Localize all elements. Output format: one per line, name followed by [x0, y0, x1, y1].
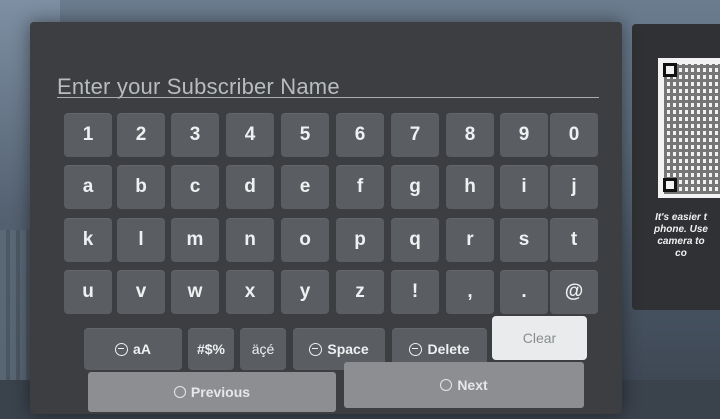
delete-label: Delete: [427, 341, 470, 357]
key-1-7[interactable]: h: [446, 165, 494, 209]
key-0-8[interactable]: 9: [500, 113, 548, 157]
symbols-key[interactable]: #$%: [188, 328, 234, 370]
clear-key[interactable]: Clear: [492, 316, 587, 360]
key-1-9[interactable]: j: [550, 165, 598, 209]
key-0-6[interactable]: 7: [391, 113, 439, 157]
key-3-8[interactable]: .: [500, 270, 548, 314]
next-icon: [440, 379, 453, 391]
key-0-0[interactable]: 1: [64, 113, 112, 157]
key-1-8[interactable]: i: [500, 165, 548, 209]
case-toggle-key[interactable]: aA: [84, 328, 182, 370]
key-3-5[interactable]: z: [336, 270, 384, 314]
key-0-9[interactable]: 0: [550, 113, 598, 157]
clear-label: Clear: [522, 330, 557, 346]
key-3-3[interactable]: x: [226, 270, 274, 314]
key-1-3[interactable]: d: [226, 165, 274, 209]
previous-icon: [173, 386, 186, 398]
case-icon: [115, 342, 129, 356]
next-label: Next: [457, 377, 488, 393]
space-icon: [309, 342, 323, 356]
symbols-label: #$%: [196, 341, 226, 357]
key-2-8[interactable]: s: [500, 218, 548, 262]
qr-pattern: [664, 64, 720, 194]
key-0-7[interactable]: 8: [446, 113, 494, 157]
key-2-0[interactable]: k: [64, 218, 112, 262]
key-3-4[interactable]: y: [281, 270, 329, 314]
key-1-1[interactable]: b: [117, 165, 165, 209]
accents-key[interactable]: äçé: [240, 328, 286, 370]
input-underline: [57, 97, 599, 98]
key-2-2[interactable]: m: [171, 218, 219, 262]
previous-label: Previous: [190, 384, 251, 400]
qr-instructions: It's easier t phone. Use camera to co: [654, 212, 708, 259]
next-button[interactable]: Next: [344, 362, 584, 408]
qr-corner: [663, 63, 677, 77]
key-3-1[interactable]: v: [117, 270, 165, 314]
delete-icon: [409, 342, 423, 356]
key-0-5[interactable]: 6: [336, 113, 384, 157]
key-1-4[interactable]: e: [281, 165, 329, 209]
key-2-7[interactable]: r: [446, 218, 494, 262]
key-3-7[interactable]: ,: [446, 270, 494, 314]
key-1-6[interactable]: g: [391, 165, 439, 209]
key-0-1[interactable]: 2: [117, 113, 165, 157]
accents-label: äçé: [251, 341, 275, 357]
qr-corner: [663, 178, 677, 192]
key-1-2[interactable]: c: [171, 165, 219, 209]
key-2-4[interactable]: o: [281, 218, 329, 262]
key-0-3[interactable]: 4: [226, 113, 274, 157]
previous-button[interactable]: Previous: [88, 372, 336, 412]
key-2-1[interactable]: l: [117, 218, 165, 262]
key-3-2[interactable]: w: [171, 270, 219, 314]
key-1-0[interactable]: a: [64, 165, 112, 209]
space-label: Space: [327, 341, 369, 357]
key-0-4[interactable]: 5: [281, 113, 329, 157]
key-3-9[interactable]: @: [550, 270, 598, 314]
key-2-5[interactable]: p: [336, 218, 384, 262]
key-3-0[interactable]: u: [64, 270, 112, 314]
key-2-3[interactable]: n: [226, 218, 274, 262]
key-2-6[interactable]: q: [391, 218, 439, 262]
key-0-2[interactable]: 3: [171, 113, 219, 157]
case-label: aA: [133, 341, 151, 357]
key-2-9[interactable]: t: [550, 218, 598, 262]
key-3-6[interactable]: !: [391, 270, 439, 314]
key-1-5[interactable]: f: [336, 165, 384, 209]
